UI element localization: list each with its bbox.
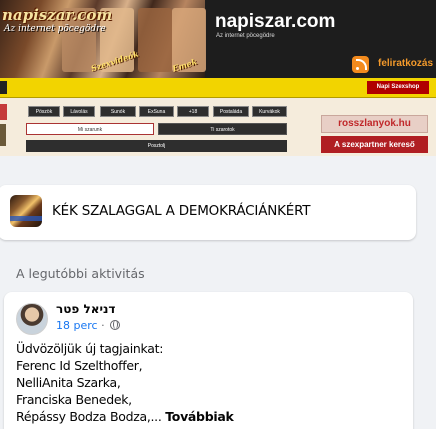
- collage-photo: [138, 8, 172, 72]
- nav-button[interactable]: Postaláda: [213, 106, 249, 117]
- post-text-line-last: Répássy Bodza Bodza,... Továbbiak: [16, 409, 234, 424]
- napi-szexshop-link[interactable]: Napi Szexshop: [367, 81, 429, 94]
- post-text-line: Ferenc Id Szelthoffer,: [16, 358, 143, 373]
- group-name[interactable]: KÉK SZALAGGAL A DEMOKRÁCIÁNKÉRT: [52, 203, 311, 219]
- ti-szarotok-tab[interactable]: Ti szarotok: [158, 123, 287, 135]
- site-title[interactable]: napiszar.com: [215, 11, 335, 33]
- see-more-link[interactable]: Továbbiak: [165, 409, 234, 424]
- nav-button[interactable]: Lávolás: [63, 106, 95, 117]
- nav-button[interactable]: ExSuna: [139, 106, 174, 117]
- logo-subtitle: Az internet pöcegödre: [4, 24, 106, 34]
- nav-button[interactable]: Sunók: [100, 106, 136, 117]
- posztolj-button[interactable]: Posztolj: [26, 140, 287, 152]
- meta-separator: ·: [101, 319, 105, 332]
- strip-edge: [0, 81, 7, 94]
- post-author[interactable]: דניאל פטר: [56, 302, 115, 316]
- nav-button[interactable]: +18: [177, 106, 209, 117]
- post-text-line: Üdvözöljük új tagjainkat:: [16, 341, 164, 356]
- group-avatar[interactable]: [10, 195, 42, 227]
- site-banner: napiszar.com Az internet pöcegödre Szexv…: [0, 0, 436, 78]
- banner-collage[interactable]: napiszar.com Az internet pöcegödre Szexv…: [0, 0, 206, 78]
- post-text-line: NelliAnita Szarka,: [16, 375, 121, 390]
- post-meta: 18 perc ·: [56, 319, 121, 332]
- avatar[interactable]: [16, 303, 48, 335]
- section-title: A legutóbbi aktivitás: [16, 266, 145, 281]
- post-text-line: Répássy Bodza Bodza,...: [16, 409, 162, 424]
- rss-icon[interactable]: [352, 56, 369, 73]
- globe-icon: [110, 320, 121, 330]
- logo-text: napiszar.com: [2, 6, 113, 24]
- mi-szarunk-tab[interactable]: Mi szarunk: [26, 123, 154, 135]
- nav-button[interactable]: Kurvákok: [252, 106, 287, 117]
- side-edge: [0, 104, 7, 120]
- post-text-line: Franciska Benedek,: [16, 392, 132, 407]
- site-subtitle: Az internet pöcegödre: [216, 33, 275, 39]
- side-edge: [0, 124, 6, 146]
- subscribe-link[interactable]: feliratkozás: [378, 58, 433, 69]
- nav-button[interactable]: Pöszök: [28, 106, 60, 117]
- rosszlanyok-ad[interactable]: rosszlanyok.hu: [321, 115, 428, 133]
- szexpartner-ad[interactable]: A szexpartner kereső: [321, 136, 428, 153]
- post-time[interactable]: 18 perc: [56, 319, 98, 332]
